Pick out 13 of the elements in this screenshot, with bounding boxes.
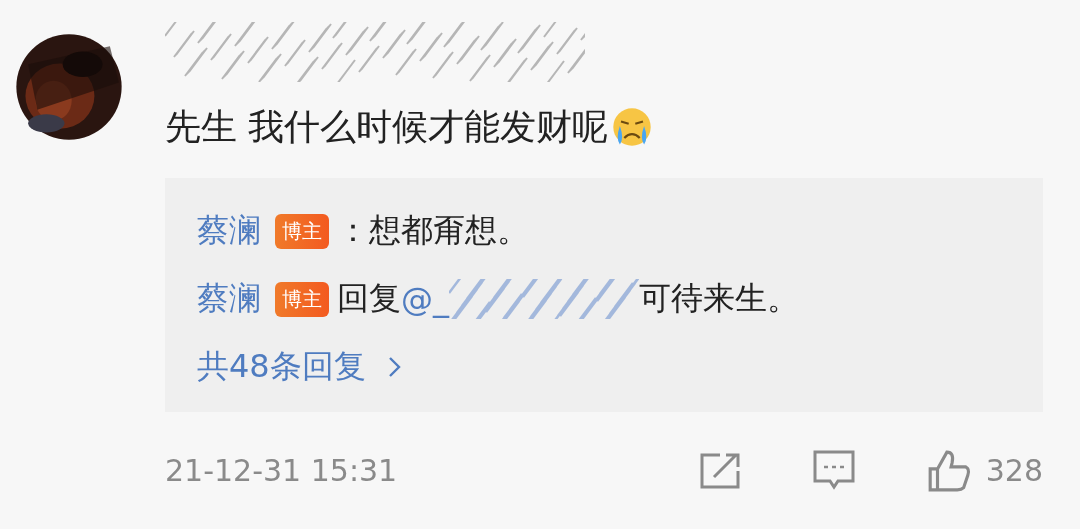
- like-button[interactable]: 328: [925, 447, 1043, 494]
- more-replies-link[interactable]: 共48条回复: [197, 340, 402, 394]
- mention-link[interactable]: @_: [401, 280, 449, 318]
- reply-text: ：想都甭想。: [337, 210, 529, 251]
- author-badge: 博主: [275, 213, 329, 249]
- author-badge: 博主: [275, 281, 329, 317]
- reply-text: 回复: [337, 278, 401, 319]
- reply-text: 可待来生。: [639, 278, 799, 319]
- comment-text: 先生 我什么时候才能发财呢: [165, 104, 609, 149]
- timestamp: 21-12-31 15:31: [165, 453, 398, 488]
- author-link[interactable]: 蔡澜: [197, 277, 261, 321]
- chevron-right-icon: [387, 355, 402, 379]
- author-link[interactable]: 蔡澜: [197, 209, 261, 253]
